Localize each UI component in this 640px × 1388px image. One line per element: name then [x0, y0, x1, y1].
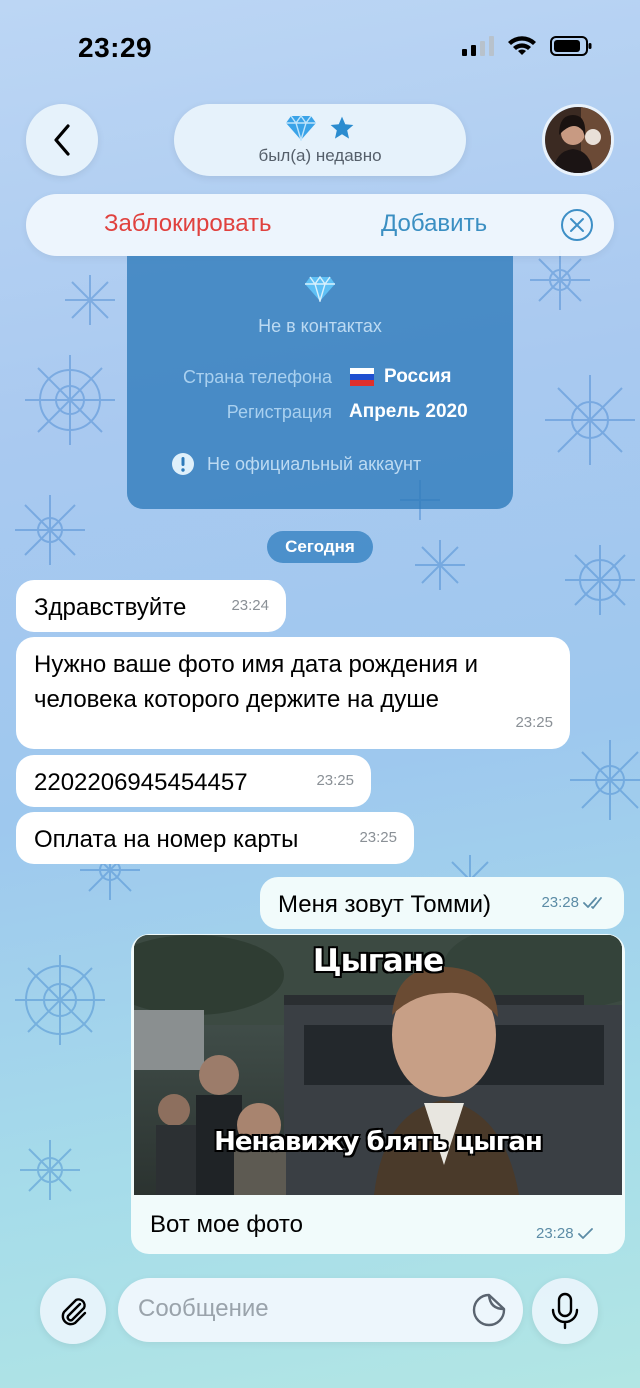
back-button[interactable] — [26, 104, 98, 176]
add-contact-button[interactable]: Добавить — [381, 210, 487, 238]
wifi-icon — [508, 36, 536, 55]
chat-title[interactable]: был(а) недавно — [174, 104, 466, 176]
contact-info-card: Не в контактах Страна телефона Россия Ре… — [127, 256, 513, 509]
signal-icon — [462, 36, 494, 56]
paperclip-icon — [61, 1298, 87, 1326]
message-bubble-outgoing[interactable]: Меня зовут Томми) 23:28 — [260, 877, 624, 929]
message-time: 23:28 — [541, 885, 607, 920]
message-bubble[interactable]: 2202206945454457 23:25 — [16, 755, 371, 807]
check-icon — [577, 1227, 593, 1239]
last-seen-status: был(а) недавно — [258, 146, 382, 165]
message-time: 23:25 — [359, 829, 397, 846]
message-time: 23:24 — [231, 597, 269, 614]
diamond-icon — [286, 115, 316, 141]
unofficial-notice: Не официальный аккаунт — [171, 452, 421, 476]
meme-top-caption: Цыгане — [312, 943, 444, 979]
registration-value: Апрель 2020 — [349, 401, 468, 422]
phone-country-label: Страна телефона — [183, 367, 332, 387]
voice-record-button[interactable] — [532, 1278, 598, 1344]
date-separator: Сегодня — [267, 531, 373, 563]
message-input[interactable]: Сообщение — [118, 1278, 523, 1342]
chevron-left-icon — [54, 124, 70, 156]
message-bubble[interactable]: Оплата на номер карты 23:25 — [16, 812, 414, 864]
contact-action-bar: Заблокировать Добавить — [26, 194, 614, 256]
phone-country-value: Россия — [350, 366, 451, 388]
message-time: 23:25 — [316, 772, 354, 789]
message-bubble[interactable]: Нужно ваше фото имя дата рождения и чело… — [16, 637, 570, 749]
meme-photo[interactable]: Цыгане Ненавижу блять цыган — [134, 935, 622, 1195]
block-button[interactable]: Заблокировать — [104, 210, 272, 238]
double-check-icon — [583, 896, 602, 909]
message-placeholder: Сообщение — [138, 1295, 269, 1322]
microphone-icon — [551, 1292, 579, 1330]
photo-caption: Вот мое фото — [150, 1211, 303, 1238]
message-time: 23:28 — [536, 1225, 594, 1242]
diamond-icon — [305, 276, 335, 302]
not-in-contacts-label: Не в контактах — [258, 316, 382, 336]
russia-flag-icon — [350, 368, 374, 386]
status-time: 23:29 — [78, 32, 153, 63]
message-time: 23:25 — [515, 714, 553, 731]
attach-button[interactable] — [40, 1278, 106, 1344]
sticker-icon[interactable] — [471, 1292, 507, 1328]
battery-icon — [550, 36, 592, 56]
avatar[interactable] — [542, 104, 614, 176]
exclamation-icon — [172, 453, 194, 475]
status-icons — [462, 36, 592, 56]
star-icon — [330, 116, 354, 139]
message-bubble[interactable]: Здравствуйте 23:24 — [16, 580, 286, 632]
meme-bottom-caption: Ненавижу блять цыган — [214, 1127, 543, 1157]
close-icon[interactable] — [560, 208, 594, 242]
registration-label: Регистрация — [226, 402, 332, 422]
